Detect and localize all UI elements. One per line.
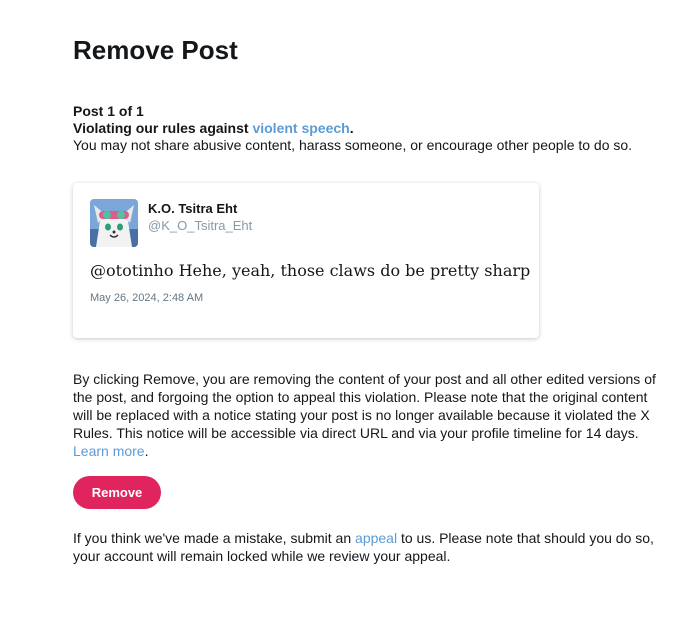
appeal-prefix: If you think we've made a mistake, submi… <box>73 530 356 546</box>
avatar-image <box>90 199 138 247</box>
remove-button[interactable]: Remove <box>73 476 161 509</box>
remove-post-page: Remove Post Post 1 of 1 Violating our ru… <box>0 0 693 642</box>
removal-explanation-text: By clicking Remove, you are removing the… <box>73 371 656 441</box>
learn-more-link[interactable]: Learn more <box>73 443 145 459</box>
violent-speech-link[interactable]: violent speech <box>252 120 349 136</box>
removal-explanation: By clicking Remove, you are removing the… <box>73 370 663 460</box>
violation-headline-suffix: . <box>349 120 354 136</box>
author-handle: @K_O_Tsitra_Eht <box>148 218 253 233</box>
violation-headline-prefix: Violating our rules against <box>73 120 253 136</box>
appeal-notice: If you think we've made a mistake, submi… <box>73 529 673 565</box>
post-card: K.O. Tsitra Eht @K_O_Tsitra_Eht @ototinh… <box>73 183 539 338</box>
page-title: Remove Post <box>73 35 238 65</box>
post-timestamp: May 26, 2024, 2:48 AM <box>90 292 204 304</box>
author-name: K.O. Tsitra Eht <box>148 201 238 216</box>
violation-description: You may not share abusive content, haras… <box>73 137 633 153</box>
learn-more-suffix: . <box>144 443 149 459</box>
violation-headline: Violating our rules against violent spee… <box>73 120 673 137</box>
post-counter: Post 1 of 1 <box>73 103 144 119</box>
post-text: @ototinho Hehe, yeah, those claws do be … <box>90 261 531 280</box>
appeal-link[interactable]: appeal <box>355 530 397 546</box>
violation-summary: Post 1 of 1 Violating our rules against … <box>73 103 673 154</box>
avatar <box>90 199 138 247</box>
